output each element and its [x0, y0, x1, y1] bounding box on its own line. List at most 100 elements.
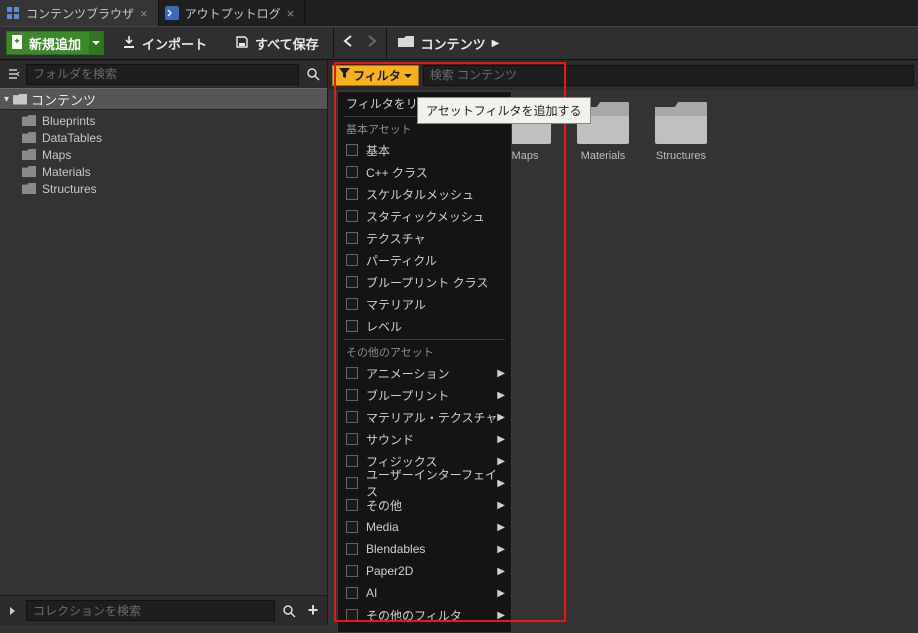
- tree-folder-item[interactable]: Structures: [0, 180, 327, 197]
- filter-category[interactable]: Paper2D▶: [338, 560, 511, 582]
- checkbox[interactable]: [346, 210, 358, 222]
- filter-option[interactable]: スタティックメッシュ: [338, 205, 511, 227]
- tab-label: アウトプットログ: [185, 5, 281, 22]
- toolbar-divider: [386, 28, 387, 58]
- save-all-label: すべて保存: [255, 34, 319, 53]
- filter-category[interactable]: ユーザーインターフェイス▶: [338, 472, 511, 494]
- checkbox[interactable]: [346, 477, 358, 489]
- filter-option-label: スタティックメッシュ: [366, 208, 485, 225]
- chevron-right-icon: ▶: [497, 456, 505, 467]
- filter-category[interactable]: Media▶: [338, 516, 511, 538]
- checkbox[interactable]: [346, 320, 358, 332]
- folder-icon: [22, 115, 36, 126]
- expand-collections-button[interactable]: [4, 601, 22, 621]
- filter-option[interactable]: パーティクル: [338, 249, 511, 271]
- checkbox[interactable]: [346, 367, 358, 379]
- filter-option[interactable]: マテリアル: [338, 293, 511, 315]
- toolbar-divider: [333, 28, 334, 58]
- tab-label: コンテンツブラウザ: [26, 5, 134, 22]
- checkbox[interactable]: [346, 543, 358, 555]
- checkbox[interactable]: [346, 276, 358, 288]
- checkbox[interactable]: [346, 144, 358, 156]
- chevron-right-icon: ▶: [497, 588, 505, 599]
- tree-root-content[interactable]: ▾ コンテンツ: [0, 88, 327, 110]
- folder-tree: BlueprintsDataTablesMapsMaterials Structu…: [0, 110, 327, 354]
- tree-folder-item[interactable]: Maps: [0, 146, 327, 163]
- grid-icon: [6, 6, 20, 20]
- tree-folder-item[interactable]: Materials: [0, 163, 327, 180]
- filter-option-label: スケルタルメッシュ: [366, 186, 474, 203]
- checkbox[interactable]: [346, 455, 358, 467]
- close-icon[interactable]: ×: [140, 6, 148, 21]
- collapse-sources-button[interactable]: [4, 64, 22, 84]
- tree-folder-item[interactable]: Blueprints: [0, 112, 327, 129]
- asset-folder-label: Structures: [656, 150, 706, 162]
- checkbox[interactable]: [346, 389, 358, 401]
- save-all-button[interactable]: すべて保存: [225, 31, 329, 55]
- nav-forward-button[interactable]: [360, 34, 382, 53]
- close-icon[interactable]: ×: [287, 6, 295, 21]
- checkbox[interactable]: [346, 188, 358, 200]
- folder-icon: [22, 166, 36, 177]
- collections-search-input[interactable]: [26, 600, 275, 621]
- chevron-right-icon: ▶: [497, 610, 505, 621]
- filter-reset-label: フィルタをリ: [346, 95, 418, 112]
- folder-search-input[interactable]: [26, 64, 299, 85]
- filter-category-label: その他: [366, 497, 402, 514]
- filter-category-label: ブループリント: [366, 387, 449, 404]
- folder-icon: [22, 183, 36, 194]
- asset-folder-label: Maps: [512, 150, 539, 162]
- filter-category[interactable]: マテリアル・テクスチャ▶: [338, 406, 511, 428]
- filter-category-label: Media: [366, 520, 399, 534]
- filter-option[interactable]: スケルタルメッシュ: [338, 183, 511, 205]
- checkbox[interactable]: [346, 565, 358, 577]
- add-new-button[interactable]: 新規追加: [6, 31, 104, 55]
- folder-open-icon: [13, 94, 27, 105]
- filter-dropdown: フィルタをリ 基本アセット 基本C++ クラススケルタルメッシュスタティックメッ…: [337, 91, 512, 633]
- filter-option-label: 基本: [366, 142, 390, 159]
- nav-back-button[interactable]: [338, 34, 360, 53]
- filter-category[interactable]: アニメーション▶: [338, 362, 511, 384]
- filter-category-label: Blendables: [366, 542, 425, 556]
- filter-category[interactable]: Blendables ▶: [338, 538, 511, 560]
- breadcrumb-root[interactable]: コンテンツ: [391, 34, 492, 53]
- filter-option[interactable]: テクスチャ: [338, 227, 511, 249]
- filter-option[interactable]: ブループリント クラス: [338, 271, 511, 293]
- checkbox[interactable]: [346, 521, 358, 533]
- filter-option-label: C++ クラス: [366, 164, 428, 181]
- checkbox[interactable]: [346, 609, 358, 621]
- tree-folder-item[interactable]: DataTables: [0, 129, 327, 146]
- filter-option[interactable]: レベル: [338, 315, 511, 337]
- chevron-down-icon[interactable]: [89, 32, 103, 54]
- filter-option[interactable]: 基本: [338, 139, 511, 161]
- filters-button[interactable]: フィルタ: [332, 65, 419, 86]
- filter-category[interactable]: AI▶: [338, 582, 511, 604]
- filter-category[interactable]: その他 ▶: [338, 494, 511, 516]
- chevron-right-icon: ▶: [497, 500, 505, 511]
- checkbox[interactable]: [346, 298, 358, 310]
- filter-category[interactable]: サウンド▶: [338, 428, 511, 450]
- search-icon[interactable]: [303, 64, 323, 84]
- checkbox[interactable]: [346, 232, 358, 244]
- asset-search-input[interactable]: [423, 65, 914, 86]
- tab-output-log[interactable]: アウトプットログ ×: [159, 0, 306, 26]
- tree-folder-label: Structures: [42, 182, 97, 196]
- import-button[interactable]: インポート: [112, 31, 217, 55]
- tab-content-browser[interactable]: コンテンツブラウザ ×: [0, 0, 159, 26]
- filter-category[interactable]: その他のフィルタ▶: [338, 604, 511, 626]
- funnel-icon: [339, 68, 350, 82]
- checkbox[interactable]: [346, 254, 358, 266]
- chevron-right-icon[interactable]: ▶: [492, 38, 500, 49]
- checkbox[interactable]: [346, 499, 358, 511]
- checkbox[interactable]: [346, 433, 358, 445]
- checkbox[interactable]: [346, 166, 358, 178]
- search-icon[interactable]: [279, 601, 299, 621]
- add-collection-button[interactable]: +: [303, 601, 323, 621]
- checkbox[interactable]: [346, 587, 358, 599]
- filter-category[interactable]: ブループリント▶: [338, 384, 511, 406]
- chevron-right-icon: ▶: [497, 544, 505, 555]
- asset-folder-item[interactable]: Structures: [650, 102, 712, 162]
- filter-option[interactable]: C++ クラス: [338, 161, 511, 183]
- checkbox[interactable]: [346, 411, 358, 423]
- import-label: インポート: [142, 34, 207, 53]
